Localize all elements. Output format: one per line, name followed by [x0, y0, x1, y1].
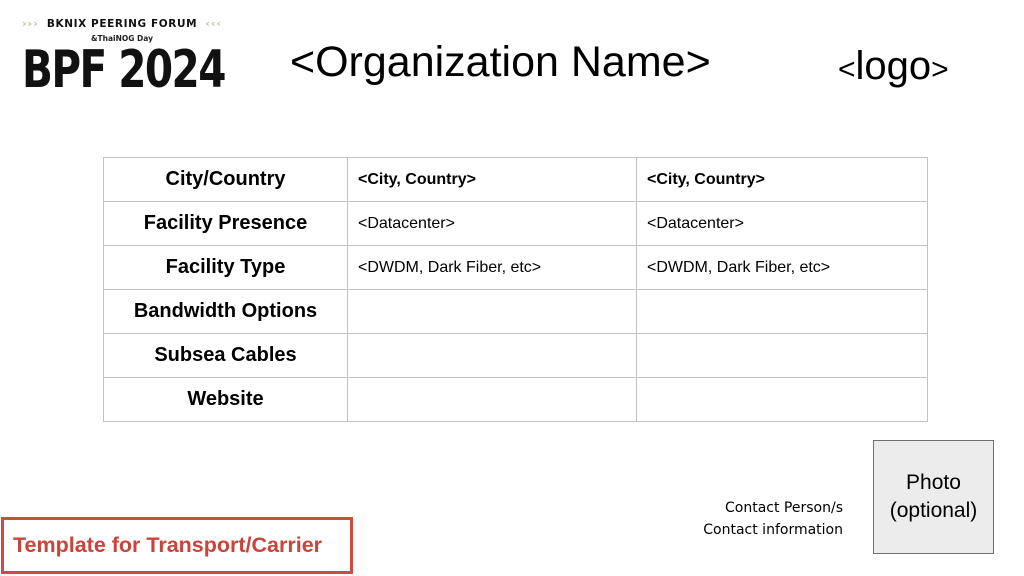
cell-text: <City, Country> — [358, 171, 476, 188]
row-label: Subsea Cables — [103, 333, 348, 378]
template-label: Template for Transport/Carrier — [1, 517, 353, 574]
row-label: Bandwidth Options — [103, 289, 348, 334]
cell-text: <DWDM, Dark Fiber, etc> — [358, 259, 542, 276]
value-cell-col1 — [347, 289, 637, 334]
photo-placeholder: Photo (optional) — [873, 440, 994, 554]
cell-text — [647, 290, 927, 303]
value-cell-col1: <City, Country> — [347, 157, 637, 202]
logo-tagline: ››› BKNIX PEERING FORUM ‹‹‹ — [22, 17, 222, 30]
table-row: Facility Presence <Datacenter> <Datacenter… — [103, 201, 928, 246]
logo-placeholder-open: < — [838, 53, 856, 86]
cell-text: <DWDM, Dark Fiber, etc> — [647, 259, 831, 276]
cell-text — [358, 290, 636, 303]
cell-text — [647, 378, 927, 391]
value-cell-col1 — [347, 377, 637, 422]
table-row: Website — [103, 377, 928, 422]
contact-information: Contact information — [703, 522, 843, 538]
row-label: City/Country — [103, 157, 348, 202]
cell-text — [358, 334, 636, 347]
value-cell-col2: <Datacenter> — [636, 201, 928, 246]
logo-placeholder: <logo> — [838, 42, 949, 94]
value-cell-col1: <Datacenter> — [347, 201, 637, 246]
value-cell-col1: <DWDM, Dark Fiber, etc> — [347, 245, 637, 290]
photo-optional-label: (optional) — [889, 499, 978, 522]
photo-label: Photo — [906, 471, 961, 494]
contact-block: Contact Person/s Contact information — [703, 497, 843, 541]
logo-tagline-text: BKNIX PEERING FORUM — [46, 17, 198, 30]
cell-text — [358, 378, 636, 391]
value-cell-col1 — [347, 333, 637, 378]
cell-text: <City, Country> — [647, 171, 765, 188]
value-cell-col2: <DWDM, Dark Fiber, etc> — [636, 245, 928, 290]
logo-title: BPF 2024 — [22, 40, 226, 100]
facility-info-table: City/Country <City, Country> <City, Countr… — [103, 157, 928, 422]
organization-name: <Organization Name> — [290, 38, 711, 86]
table-row: City/Country <City, Country> <City, Countr… — [103, 157, 928, 202]
bpf-2024-logo: ››› BKNIX PEERING FORUM ‹‹‹ &ThaiNOG Day… — [22, 14, 226, 100]
chevrons-left-icon: ‹‹‹ — [205, 17, 222, 30]
contact-person: Contact Person/s — [725, 500, 843, 516]
value-cell-col2: <City, Country> — [636, 157, 928, 202]
value-cell-col2 — [636, 289, 928, 334]
table-row: Subsea Cables — [103, 333, 928, 378]
cell-text: <Datacenter> — [647, 215, 744, 232]
row-label: Facility Type — [103, 245, 348, 290]
value-cell-col2 — [636, 333, 928, 378]
logo-placeholder-text: logo — [855, 44, 932, 88]
cell-text: <Datacenter> — [358, 215, 455, 232]
value-cell-col2 — [636, 377, 928, 422]
table-row: Bandwidth Options — [103, 289, 928, 334]
row-label: Facility Presence — [103, 201, 348, 246]
row-label: Website — [103, 377, 348, 422]
logo-placeholder-close: > — [931, 53, 949, 86]
table-row: Facility Type <DWDM, Dark Fiber, etc> <DWD… — [103, 245, 928, 290]
chevrons-right-icon: ››› — [22, 17, 39, 30]
cell-text — [647, 334, 927, 347]
